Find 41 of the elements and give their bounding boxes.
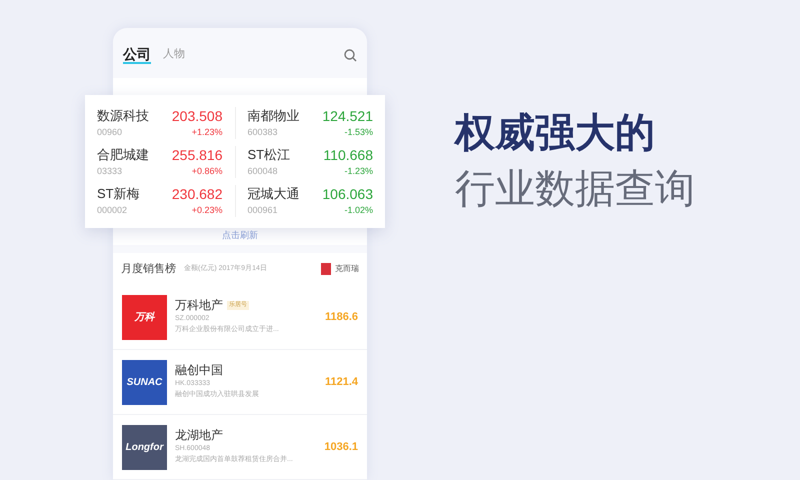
stock-price: 106.063 — [322, 184, 373, 202]
stock-name: 数源科技 — [97, 106, 149, 124]
stock-code: 03333 — [97, 164, 124, 178]
stock-price: 230.682 — [172, 184, 222, 202]
search-icon[interactable] — [344, 48, 357, 62]
tab[interactable]: 公司 — [123, 46, 151, 64]
stock-code: 000002 — [97, 204, 128, 216]
stock-price: 124.521 — [322, 106, 373, 124]
stock-code: 600383 — [248, 126, 279, 138]
stock-name: ST新梅 — [97, 184, 140, 202]
headline: 权威强大的 — [455, 110, 656, 157]
tab[interactable]: 人物 — [163, 46, 185, 64]
company-logo: SUNAC — [122, 360, 167, 404]
sales-amount: 1186.6 — [324, 310, 358, 325]
sales-amount: 1121.4 — [324, 374, 358, 390]
source-label: 克而瑞 — [321, 262, 359, 275]
stock-change: -1.53% — [344, 126, 373, 138]
stock-name: 南都物业 — [248, 106, 300, 124]
stock-name: 合肥城建 — [97, 146, 149, 164]
stock-change: +0.86% — [192, 164, 222, 178]
company-name: 融创中国 — [175, 363, 223, 378]
company-name: 龙湖地产 — [175, 428, 223, 443]
stock-change: +0.23% — [192, 204, 222, 216]
sales-amount: 1036.1 — [324, 440, 358, 455]
company-name: 万科地产 — [175, 298, 223, 313]
refresh-link[interactable]: 点击刷新 — [222, 229, 258, 242]
sales-title: 月度销售榜 — [121, 262, 176, 276]
stock-name: 冠城大通 — [248, 184, 300, 202]
stock-code: 00960 — [97, 126, 124, 138]
subheadline: 行业数据查询 — [455, 166, 695, 213]
stock-name: ST松江 — [248, 146, 290, 164]
company-logo: Longfor — [122, 424, 167, 470]
stock-change: +1.23% — [192, 126, 222, 138]
stock-code: 600048 — [248, 164, 279, 178]
stock-price: 255.816 — [172, 146, 222, 164]
stock-price: 110.668 — [323, 146, 373, 164]
stock-change: -1.23% — [344, 164, 373, 178]
stock-price: 203.508 — [172, 106, 222, 124]
company-logo: 万科 — [122, 294, 167, 340]
stock-code: 000961 — [248, 204, 279, 216]
stock-change: -1.02% — [344, 204, 373, 216]
